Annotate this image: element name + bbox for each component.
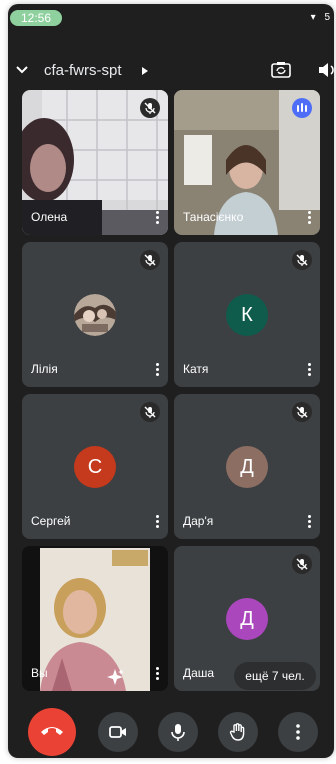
meet-app-screen: 12:56 ▾ 5 cfa-fwrs-spt Олена Танасієнко … bbox=[8, 4, 334, 758]
meeting-code[interactable]: cfa-fwrs-spt bbox=[44, 62, 122, 80]
more-vert-icon[interactable] bbox=[152, 513, 162, 531]
microphone-button[interactable] bbox=[158, 712, 198, 752]
mic-off-icon bbox=[140, 98, 160, 118]
switch-camera-icon[interactable] bbox=[270, 60, 292, 80]
mic-off-icon bbox=[140, 402, 160, 422]
avatar-photo bbox=[74, 294, 116, 336]
more-vert-icon[interactable] bbox=[152, 361, 162, 379]
participant-name: Сергей bbox=[31, 514, 71, 528]
participant-name: Катя bbox=[183, 362, 209, 376]
status-time: 12:56 bbox=[10, 10, 62, 26]
mic-off-icon bbox=[292, 402, 312, 422]
speaker-icon[interactable] bbox=[316, 60, 334, 80]
meeting-header: cfa-fwrs-spt bbox=[8, 60, 334, 90]
battery-level: 5 bbox=[324, 12, 330, 23]
raise-hand-button[interactable] bbox=[218, 712, 258, 752]
participant-tile[interactable]: С Сергей bbox=[22, 394, 168, 539]
wifi-icon: ▾ bbox=[310, 12, 316, 23]
status-bar: 12:56 ▾ 5 bbox=[8, 4, 334, 30]
end-call-button[interactable] bbox=[28, 708, 76, 756]
participant-name: Дар'я bbox=[183, 514, 214, 528]
participant-tile[interactable]: Лілія bbox=[22, 242, 168, 387]
more-vert-icon[interactable] bbox=[152, 209, 162, 227]
self-tile[interactable]: Вы bbox=[22, 546, 168, 691]
microphone-icon bbox=[171, 724, 185, 741]
more-vert-icon[interactable] bbox=[304, 361, 314, 379]
camera-button[interactable] bbox=[98, 712, 138, 752]
avatar: Д bbox=[226, 598, 268, 640]
avatar: С bbox=[74, 446, 116, 488]
participant-tile[interactable]: Д Дар'я bbox=[174, 394, 320, 539]
participant-name: Лілія bbox=[31, 362, 58, 376]
more-vert-icon[interactable] bbox=[152, 665, 162, 683]
mic-off-icon bbox=[292, 250, 312, 270]
participant-tile[interactable]: Олена bbox=[22, 90, 168, 235]
mic-off-icon bbox=[140, 250, 160, 270]
participant-tile[interactable]: Танасієнко bbox=[174, 90, 320, 235]
participant-name: Олена bbox=[31, 210, 68, 224]
chevron-down-icon[interactable] bbox=[14, 62, 30, 78]
effects-sparkle-icon[interactable] bbox=[106, 668, 124, 686]
participant-name: Даша bbox=[183, 666, 215, 680]
more-vert-icon[interactable] bbox=[304, 209, 314, 227]
avatar: Д bbox=[226, 446, 268, 488]
participant-tile[interactable]: К Катя bbox=[174, 242, 320, 387]
more-vert-icon bbox=[296, 724, 300, 740]
video-camera-icon bbox=[109, 726, 126, 738]
hand-icon bbox=[229, 723, 245, 741]
participant-name: Вы bbox=[31, 666, 48, 680]
chevron-right-icon bbox=[142, 67, 148, 75]
more-participants-chip[interactable]: ещё 7 чел. bbox=[234, 662, 316, 690]
avatar: К bbox=[226, 294, 268, 336]
mic-off-icon bbox=[292, 554, 312, 574]
phone-hangup-icon bbox=[41, 727, 63, 735]
participant-name: Танасієнко bbox=[183, 210, 244, 224]
speaking-indicator-icon bbox=[292, 98, 312, 118]
more-options-button[interactable] bbox=[278, 712, 318, 752]
more-vert-icon[interactable] bbox=[304, 513, 314, 531]
call-controls bbox=[8, 704, 334, 758]
